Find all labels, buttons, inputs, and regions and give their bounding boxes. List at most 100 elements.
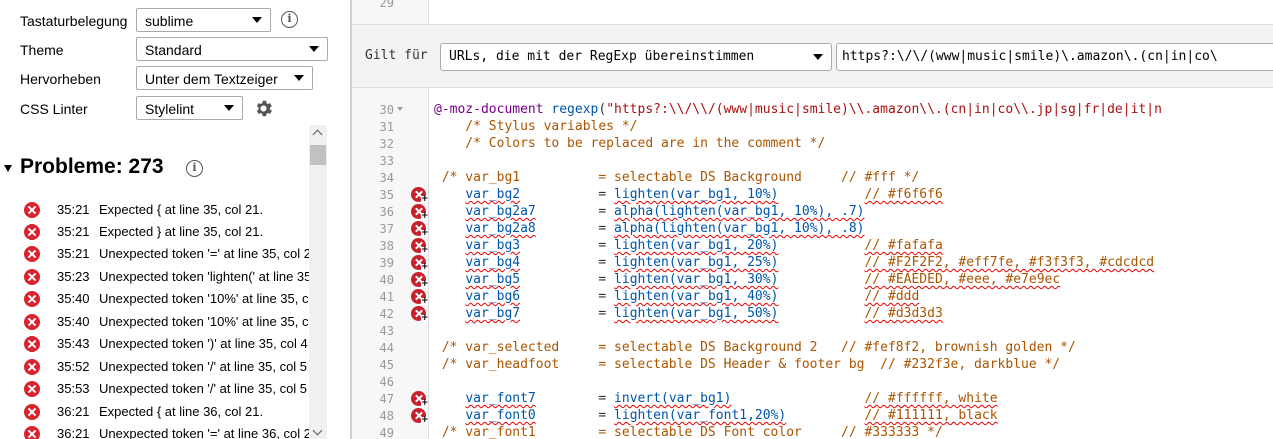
error-icon xyxy=(24,426,40,439)
problem-message: Expected { at line 35, col 21. xyxy=(99,202,264,217)
problem-position: 35:40 xyxy=(57,291,90,306)
problems-scrollbar[interactable] xyxy=(309,125,327,439)
highlight-select[interactable]: Unter dem Textzeiger xyxy=(136,66,313,90)
code-line[interactable]: 44 /* var_selected = selectable DS Backg… xyxy=(352,339,1273,356)
code-line[interactable]: 46 xyxy=(352,373,1273,390)
line-number: 31 xyxy=(379,120,394,134)
problem-item[interactable]: 35:21 Expected } at line 35, col 21. xyxy=(20,221,310,243)
info-icon[interactable]: i xyxy=(186,160,203,177)
problem-position: 35:40 xyxy=(57,314,90,329)
error-icon xyxy=(24,202,40,218)
keymap-value: sublime xyxy=(145,13,194,29)
line-number: 46 xyxy=(379,375,394,389)
problem-item[interactable]: 36:21 Unexpected token '=' at line 36, c… xyxy=(20,423,310,439)
line-number: 36 xyxy=(379,205,394,219)
error-icon xyxy=(24,404,40,420)
code-editor[interactable]: 29 Gilt für URLs, die mit der RegExp übe… xyxy=(352,0,1273,439)
linter-value: Stylelint xyxy=(145,101,195,117)
code-line[interactable]: 39 + var_bg4 = lighten(var_bg1, 25%) // … xyxy=(352,254,1273,272)
code-line[interactable]: 45 /* var_headfoot = selectable DS Heade… xyxy=(352,356,1273,373)
info-icon[interactable]: i xyxy=(281,11,298,28)
triangle-down-icon xyxy=(4,165,12,172)
theme-select[interactable]: Standard xyxy=(136,37,328,61)
highlight-option: Hervorheben Unter dem Textzeiger xyxy=(20,66,340,92)
problem-message: Unexpected token '/' at line 35, col 5 xyxy=(99,359,308,374)
code-line[interactable]: 33 xyxy=(352,152,1273,169)
line-number: 44 xyxy=(379,341,394,355)
code-text: var_bg2 = lighten(var_bg1, 10%) // #f6f6… xyxy=(465,187,943,202)
chevron-down-icon xyxy=(309,46,319,52)
plus-icon: + xyxy=(421,245,429,255)
code-line[interactable]: 30 @-moz-document regexp("https?:\\/\\/(… xyxy=(352,101,1273,118)
code-line[interactable]: 41 + var_bg6 = lighten(var_bg1, 40%) // … xyxy=(352,288,1273,306)
chevron-down-icon[interactable] xyxy=(312,425,323,436)
line-number: 29 xyxy=(379,0,394,10)
line-number: 38 xyxy=(379,239,394,253)
plus-icon: + xyxy=(421,228,429,238)
linter-label: CSS Linter xyxy=(20,101,88,117)
line-number: 32 xyxy=(379,137,394,151)
line-number: 30 xyxy=(379,103,394,117)
problem-item[interactable]: 35:21 Expected { at line 35, col 21. xyxy=(20,199,310,221)
code-line[interactable]: 38 + var_bg3 = lighten(var_bg1, 20%) // … xyxy=(352,237,1273,255)
code-line[interactable]: 36 + var_bg2a7 = alpha(lighten(var_bg1, … xyxy=(352,203,1273,221)
problem-item[interactable]: 35:52 Unexpected token '/' at line 35, c… xyxy=(20,356,310,378)
problem-position: 35:52 xyxy=(57,359,90,374)
chevron-down-icon xyxy=(294,75,304,81)
code-line[interactable]: 47 + var_font7 = invert(var_bg1) // #fff… xyxy=(352,390,1273,408)
problem-position: 35:21 xyxy=(57,224,90,239)
code-text: var_bg3 = lighten(var_bg1, 20%) // #fafa… xyxy=(465,238,943,253)
problem-item[interactable]: 35:53 Unexpected token '/' at line 35, c… xyxy=(20,378,310,400)
keymap-select[interactable]: sublime xyxy=(136,8,271,32)
plus-icon: + xyxy=(421,279,429,289)
problem-message: Unexpected token '10%' at line 35, c xyxy=(99,314,309,329)
code-line[interactable]: 49 /* var_font1 = selectable DS Font col… xyxy=(352,424,1273,439)
line-number: 41 xyxy=(379,290,394,304)
code-line[interactable]: 48 + var_font0 = lighten(var_font1,20%) … xyxy=(352,407,1273,425)
code-text: /* var_font1 = selectable DS Font color … xyxy=(434,425,943,439)
error-icon xyxy=(24,359,40,375)
problem-item[interactable]: 35:40 Unexpected token '10%' at line 35,… xyxy=(20,311,310,333)
highlight-value: Unter dem Textzeiger xyxy=(145,71,278,87)
scrollbar-thumb[interactable] xyxy=(310,145,326,165)
linter-select[interactable]: Stylelint xyxy=(136,96,243,120)
code-text: /* var_selected = selectable DS Backgrou… xyxy=(434,340,1076,355)
problem-item[interactable]: 35:43 Unexpected token ')' at line 35, c… xyxy=(20,333,310,355)
code-line[interactable]: 31 /* Stylus variables */ xyxy=(352,118,1273,135)
problem-message: Unexpected token '/' at line 35, col 5 xyxy=(99,381,308,396)
problems-title: Probleme: 273 xyxy=(20,155,164,178)
problem-item[interactable]: 35:21 Unexpected token '=' at line 35, c… xyxy=(20,243,310,265)
line-number: 45 xyxy=(379,358,394,372)
problems-header[interactable]: Probleme: 273 i xyxy=(4,155,304,183)
problem-item[interactable]: 35:23 Unexpected token 'lighten(' at lin… xyxy=(20,266,310,288)
problem-item[interactable]: 36:21 Expected { at line 36, col 21. xyxy=(20,401,310,423)
code-text: var_bg2a7 = alpha(lighten(var_bg1, 10%),… xyxy=(465,204,865,219)
code-line[interactable]: 34 /* var_bg1 = selectable DS Background… xyxy=(352,169,1273,186)
theme-label: Theme xyxy=(20,42,64,58)
problem-item[interactable]: 35:40 Unexpected token '10%' at line 35,… xyxy=(20,288,310,310)
code-line[interactable]: 37 + var_bg2a8 = alpha(lighten(var_bg1, … xyxy=(352,220,1273,238)
applies-type-select[interactable]: URLs, die mit der RegExp übereinstimmen xyxy=(440,43,832,71)
chevron-down-icon xyxy=(252,17,262,23)
previous-section: 29 xyxy=(352,0,1273,24)
chevron-down-icon xyxy=(813,54,823,60)
problem-position: 35:23 xyxy=(57,269,90,284)
applies-value-input[interactable]: https?:\/\/(www|music|smile)\.amazon\.(c… xyxy=(836,43,1273,71)
code-line[interactable]: 42 + var_bg7 = lighten(var_bg1, 50%) // … xyxy=(352,305,1273,323)
code-line[interactable]: 43 xyxy=(352,322,1273,339)
problem-message: Unexpected token '10%' at line 35, c xyxy=(99,291,309,306)
code-line[interactable]: 40 + var_bg5 = lighten(var_bg1, 30%) // … xyxy=(352,271,1273,289)
line-number: 34 xyxy=(379,171,394,185)
code-area[interactable]: 30 @-moz-document regexp("https?:\\/\\/(… xyxy=(352,98,1273,439)
line-number: 33 xyxy=(379,154,394,168)
code-line[interactable]: 32 /* Colors to be replaced are in the c… xyxy=(352,135,1273,152)
code-line[interactable]: 35 + var_bg2 = lighten(var_bg1, 10%) // … xyxy=(352,186,1273,204)
problem-message: Unexpected token '=' at line 35, col 2 xyxy=(99,246,310,261)
code-text: var_font7 = invert(var_bg1) // #ffffff, … xyxy=(465,391,998,406)
chevron-up-icon[interactable] xyxy=(312,129,323,140)
applies-to-bar: Gilt für URLs, die mit der RegExp überei… xyxy=(352,24,1273,88)
fold-icon[interactable] xyxy=(397,107,403,111)
gear-icon[interactable] xyxy=(253,98,274,119)
settings-panel: Tastaturbelegung sublime i Theme Standar… xyxy=(0,0,350,439)
problem-message: Unexpected token 'lighten(' at line 35 xyxy=(99,269,310,284)
